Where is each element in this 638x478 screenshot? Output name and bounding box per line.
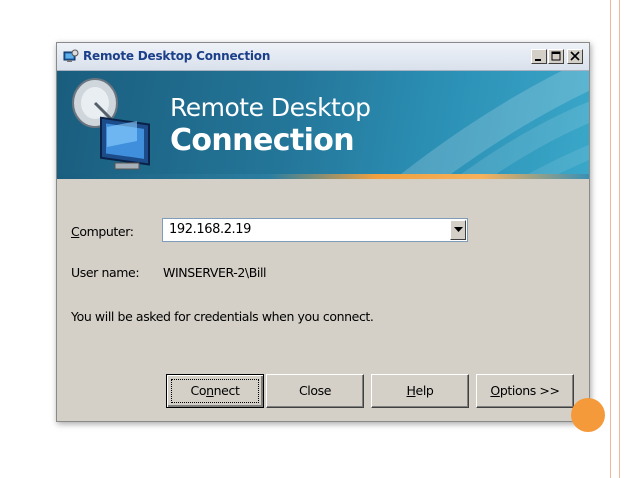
dropdown-arrow-button[interactable] [450,220,466,240]
remote-desktop-dialog: Remote Desktop Connection Remote Desktop… [56,42,590,422]
banner-swoosh-decoration [394,71,589,179]
window-title: Remote Desktop Connection [83,49,271,63]
close-label: Close [298,383,332,398]
title-bar[interactable]: Remote Desktop Connection [57,43,589,71]
username-label: User name: [71,265,140,280]
chevron-down-icon [454,227,463,232]
banner-accent-stripe [57,174,589,179]
banner: Remote Desktop Connection [57,71,589,179]
computer-label-text: omputer: [79,224,134,239]
monitor-satellite-dish-icon [72,78,150,170]
help-label-mnemonic: H [406,383,416,398]
help-button[interactable]: Help [371,374,469,408]
banner-title-line2: Connection [170,123,355,158]
connect-button[interactable]: Connect [166,374,264,408]
username-value: WINSERVER-2\Bill [163,265,267,280]
slide-border [610,0,620,478]
options-label-rest: ptions >> [499,383,560,398]
credentials-note: You will be asked for credentials when y… [71,309,374,324]
help-label-rest: elp [415,383,434,398]
options-label-mnemonic: O [490,383,500,398]
maximize-button[interactable] [548,49,564,64]
slide-bullet-dot [571,398,605,432]
computer-label: Computer: [71,224,134,239]
remote-desktop-icon [63,49,79,65]
options-button[interactable]: Options >> [476,374,574,408]
banner-title-line1: Remote Desktop [170,93,371,122]
close-window-button[interactable] [567,49,583,64]
computer-combobox[interactable]: 192.168.2.19 [162,218,468,242]
minimize-button[interactable] [531,49,547,64]
computer-input-value[interactable]: 192.168.2.19 [169,222,251,237]
focus-rectangle [171,379,259,403]
close-button[interactable]: Close [266,374,364,408]
